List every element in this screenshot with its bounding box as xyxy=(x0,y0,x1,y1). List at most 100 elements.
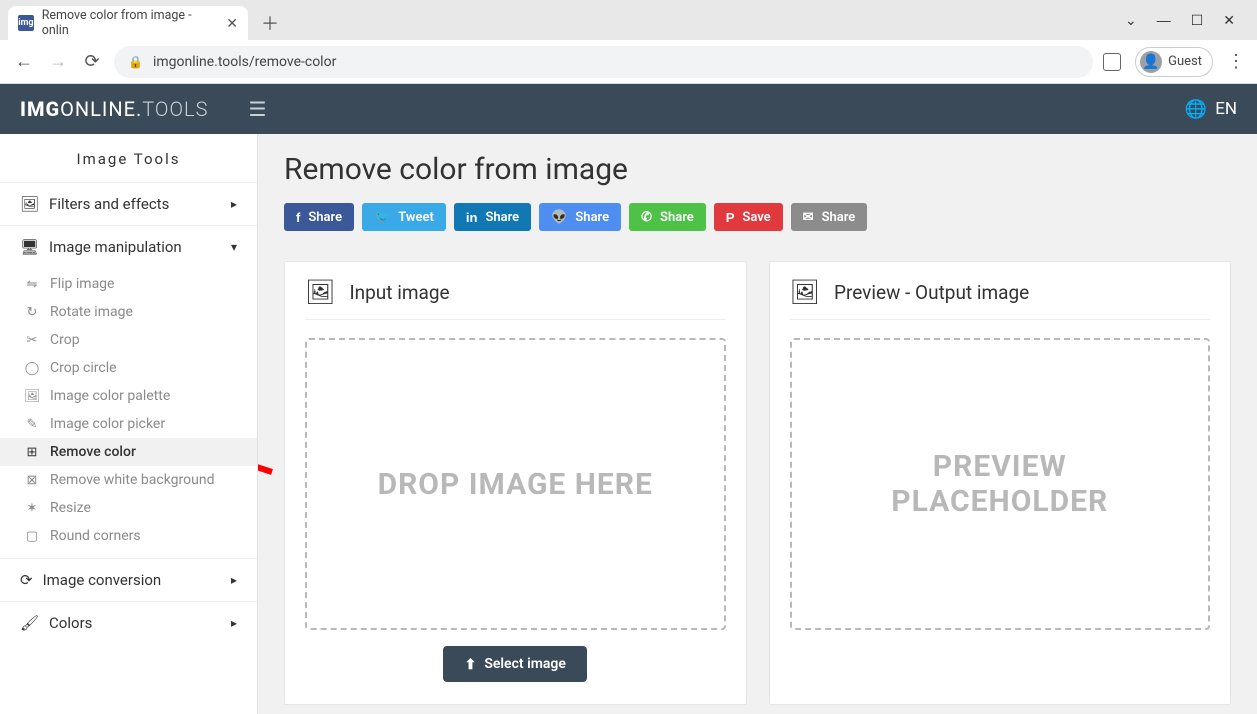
select-image-button[interactable]: ⬆ Select image xyxy=(443,646,587,682)
window-close-button[interactable]: ✕ xyxy=(1223,12,1235,29)
nav-forward-button[interactable]: → xyxy=(46,51,70,72)
sidebar-item-icon: 🖼 xyxy=(24,388,40,404)
sidebar-item-label: Flip image xyxy=(50,276,114,292)
main-content: Remove color from image fShare 🐦Tweet in… xyxy=(258,134,1257,714)
sidebar-item-label: Rotate image xyxy=(50,304,133,320)
email-icon: ✉ xyxy=(803,209,814,225)
sidebar-item-icon: ⊞ xyxy=(24,444,40,460)
sidebar-item-label: Remove white background xyxy=(50,472,214,488)
whatsapp-icon: ✆ xyxy=(641,209,652,225)
browser-menu-button[interactable]: ⋮ xyxy=(1227,51,1245,72)
address-bar-row: ← → ⟳ 🔒 imgonline.tools/remove-color 👤 G… xyxy=(0,40,1257,84)
pinterest-icon: P xyxy=(726,210,735,225)
preview-placeholder: PREVIEW PLACEHOLDER xyxy=(790,338,1211,630)
sidebar-item-label: Image color palette xyxy=(50,388,170,404)
sidebar-cat-colors[interactable]: 🖌 Colors ▸ xyxy=(0,602,257,644)
tab-close-icon[interactable]: ✕ xyxy=(226,15,238,32)
sidebar-cat-label: Filters and effects xyxy=(49,195,169,213)
profile-label: Guest xyxy=(1168,54,1202,69)
window-minimize-button[interactable]: — xyxy=(1157,12,1171,28)
sidebar-item-icon: ✶ xyxy=(24,500,40,516)
conversion-icon: ⟳ xyxy=(20,571,33,589)
share-whatsapp-button[interactable]: ✆Share xyxy=(629,203,706,231)
colors-icon: 🖌 xyxy=(20,614,39,632)
image-icon: 🖼 xyxy=(305,278,335,307)
lock-icon: 🔒 xyxy=(128,55,143,69)
site-header: IMGONLINE.TOOLS ☰ 🌐 EN xyxy=(0,84,1257,134)
new-tab-button[interactable]: ＋ xyxy=(256,9,284,37)
sidebar-item-icon: ⊠ xyxy=(24,472,40,488)
sidebar-item-label: Image color picker xyxy=(50,416,165,432)
language-selector[interactable]: 🌐 EN xyxy=(1185,99,1237,120)
sidebar-item-label: Round corners xyxy=(50,528,141,544)
share-row: fShare 🐦Tweet inShare 👽Share ✆Share PSav… xyxy=(284,203,1231,231)
sidebar-item-remove-white-background[interactable]: ⊠ Remove white background xyxy=(0,466,257,494)
output-panel-title: Preview - Output image xyxy=(834,281,1029,304)
sidebar-item-label: Crop circle xyxy=(50,360,117,376)
window-controls: ⌄ — ☐ ✕ xyxy=(1125,0,1249,40)
profile-chip[interactable]: 👤 Guest xyxy=(1135,47,1213,77)
annotation-arrow xyxy=(258,430,282,490)
sidebar-cat-filters[interactable]: 🖼 Filters and effects ▸ xyxy=(0,183,257,225)
share-pinterest-button[interactable]: PSave xyxy=(714,203,783,231)
input-panel-title: Input image xyxy=(349,281,449,304)
sidebar-item-icon: ↻ xyxy=(24,304,40,320)
nav-back-button[interactable]: ← xyxy=(12,51,36,72)
sidebar-item-rotate-image[interactable]: ↻ Rotate image xyxy=(0,298,257,326)
sidebar-item-crop[interactable]: ✂Crop xyxy=(0,326,257,354)
chevron-down-icon[interactable]: ⌄ xyxy=(1125,12,1137,29)
share-linkedin-button[interactable]: inShare xyxy=(454,203,531,231)
url-text: imgonline.tools/remove-color xyxy=(153,54,336,70)
share-email-button[interactable]: ✉Share xyxy=(791,203,868,231)
tab-title: Remove color from image - onlin xyxy=(42,8,219,38)
sidebar-item-crop-circle[interactable]: ◯ Crop circle xyxy=(0,354,257,382)
chevron-right-icon: ▸ xyxy=(231,197,237,211)
url-bar[interactable]: 🔒 imgonline.tools/remove-color xyxy=(114,46,1093,78)
favicon-icon: img xyxy=(18,15,34,31)
filters-icon: 🖼 xyxy=(20,195,39,213)
share-twitter-button[interactable]: 🐦Tweet xyxy=(362,203,446,231)
twitter-icon: 🐦 xyxy=(374,209,390,225)
sidebar-cat-label: Colors xyxy=(49,614,92,632)
sidebar-cat-label: Image conversion xyxy=(43,571,162,589)
share-reddit-button[interactable]: 👽Share xyxy=(539,203,621,231)
sidebar-title: Image Tools xyxy=(0,134,257,182)
sidebar-item-icon: ⇋ xyxy=(24,276,40,292)
sidebar-item-flip-image[interactable]: ⇋ Flip image xyxy=(0,270,257,298)
sidebar-item-icon: ✎ xyxy=(24,416,40,432)
sidebar-item-image-color-palette[interactable]: 🖼 Image color palette xyxy=(0,382,257,410)
facebook-icon: f xyxy=(296,210,300,225)
workspace: Image Tools 🖼 Filters and effects ▸ 🖥 Im… xyxy=(0,134,1257,714)
sidebar-item-remove-color[interactable]: ⊞ Remove color xyxy=(0,438,257,466)
tab-strip: img Remove color from image - onlin ✕ ＋ … xyxy=(0,0,1257,40)
sidebar-cat-conversion[interactable]: ⟳ Image conversion ▸ xyxy=(0,559,257,601)
sidebar-item-image-color-picker[interactable]: ✎ Image color picker xyxy=(0,410,257,438)
chevron-down-icon: ▾ xyxy=(231,240,237,254)
share-facebook-button[interactable]: fShare xyxy=(284,203,354,231)
window-maximize-button[interactable]: ☐ xyxy=(1191,12,1204,29)
hamburger-icon[interactable]: ☰ xyxy=(248,97,266,122)
browser-chrome: img Remove color from image - onlin ✕ ＋ … xyxy=(0,0,1257,84)
browser-tab[interactable]: img Remove color from image - onlin ✕ xyxy=(8,6,248,40)
sidebar-cat-manipulation[interactable]: 🖥 Image manipulation ▾ xyxy=(0,226,257,268)
chevron-right-icon: ▸ xyxy=(231,616,237,630)
sidebar-item-resize[interactable]: ✶ Resize xyxy=(0,494,257,522)
dropzone[interactable]: DROP IMAGE HERE xyxy=(305,338,726,630)
nav-reload-button[interactable]: ⟳ xyxy=(80,51,104,72)
panels: 🖼 Input image DROP IMAGE HERE ⬆ Select i… xyxy=(284,261,1231,705)
manipulation-icon: 🖥 xyxy=(20,238,39,256)
sidebar-subitems: ⇋ Flip image ↻ Rotate image ✂Crop ◯ Crop circl… xyxy=(0,268,257,558)
sidebar-item-label: Remove color xyxy=(50,444,136,460)
sidebar-item-label: Resize xyxy=(50,500,91,516)
sidebar-item-icon: ✂ xyxy=(24,332,40,348)
site-logo[interactable]: IMGONLINE.TOOLS xyxy=(20,97,208,121)
reddit-icon: 👽 xyxy=(551,209,567,225)
globe-icon: 🌐 xyxy=(1185,99,1207,120)
sidebar-item-round-corners[interactable]: ▢Round corners xyxy=(0,522,257,550)
extensions-icon[interactable] xyxy=(1103,53,1121,71)
linkedin-icon: in xyxy=(466,210,478,225)
sidebar-cat-label: Image manipulation xyxy=(49,238,182,256)
sidebar-item-icon: ◯ xyxy=(24,360,40,376)
page-title: Remove color from image xyxy=(284,152,1231,187)
upload-icon: ⬆ xyxy=(465,656,477,673)
